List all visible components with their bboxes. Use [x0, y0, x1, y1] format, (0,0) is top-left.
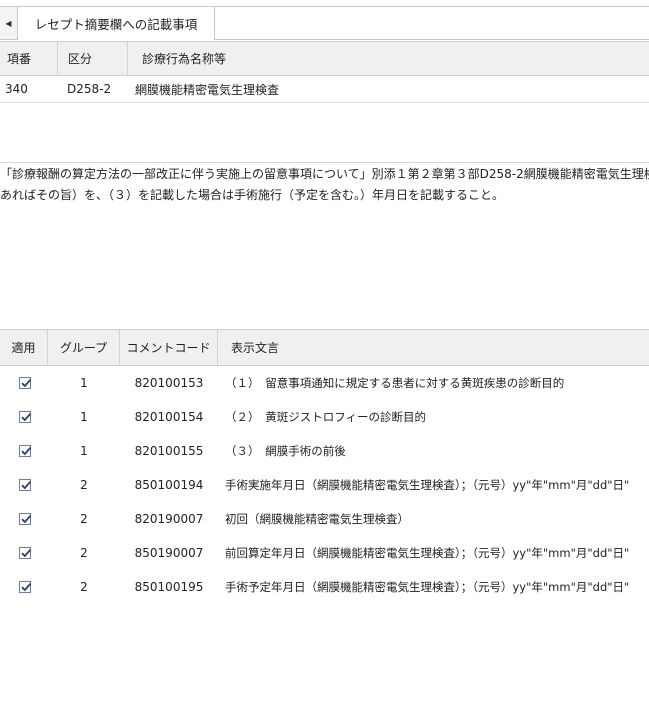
check-icon: [21, 548, 32, 558]
display-text-cell: （１） 留意事項通知に規定する患者に対する黄斑疾患の診断目的: [225, 376, 565, 390]
procedure-category: D258-2: [67, 82, 112, 96]
column-header-name[interactable]: 診療行為名称等: [128, 42, 649, 75]
group-cell: 2: [80, 580, 88, 594]
column-header-apply[interactable]: 適用: [0, 330, 48, 365]
display-text-cell: （３） 網膜手術の前後: [225, 444, 346, 458]
comment-code-cell: 850190007: [134, 546, 204, 560]
column-header-comment-code[interactable]: コメントコード: [120, 330, 218, 365]
check-icon: [21, 582, 32, 592]
table-row[interactable]: 2 820190007 初回（網膜機能精密電気生理検査）: [0, 502, 649, 536]
procedure-no: 340: [5, 82, 28, 96]
apply-cell: [0, 502, 48, 536]
apply-checkbox[interactable]: [19, 513, 32, 525]
display-text-cell: 手術予定年月日（網膜機能精密電気生理検査）；（元号）yy"年"mm"月"dd"日…: [225, 580, 630, 594]
table-row[interactable]: 2 850100194 手術実施年月日（網膜機能精密電気生理検査）；（元号）yy"年…: [0, 468, 649, 502]
display-text-cell: （２） 黄斑ジストロフィーの診断目的: [225, 410, 427, 424]
tab-label: レセプト摘要欄への記載事項: [34, 17, 198, 32]
apply-checkbox[interactable]: [19, 479, 32, 491]
note-text: 「診療報酬の算定方法の一部改正に伴う実施上の留意事項について」別添１第２章第３部…: [0, 162, 649, 212]
check-icon: [21, 480, 32, 490]
table-row[interactable]: 1 820100155 （３） 網膜手術の前後: [0, 434, 649, 468]
table-row[interactable]: 2 850100195 手術予定年月日（網膜機能精密電気生理検査）；（元号）yy"年…: [0, 570, 649, 604]
table-row[interactable]: 1 820100154 （２） 黄斑ジストロフィーの診断目的: [0, 400, 649, 434]
procedure-name: 網膜機能精密電気生理検査: [135, 82, 280, 97]
display-text-cell: 前回算定年月日（網膜機能精密電気生理検査）；（元号）yy"年"mm"月"dd"日…: [225, 546, 630, 560]
check-icon: [21, 412, 32, 422]
display-text-cell: 手術実施年月日（網膜機能精密電気生理検査）；（元号）yy"年"mm"月"dd"日…: [225, 478, 630, 492]
group-cell: 1: [80, 444, 88, 458]
comment-code-cell: 850100195: [134, 580, 204, 594]
column-header-no[interactable]: 項番: [0, 42, 58, 75]
apply-cell: [0, 570, 48, 604]
group-cell: 2: [80, 478, 88, 492]
comment-code-cell: 820100154: [134, 410, 204, 424]
tab-receipt-notes[interactable]: レセプト摘要欄への記載事項: [17, 6, 215, 40]
table-row[interactable]: 340 D258-2 網膜機能精密電気生理検査: [0, 76, 649, 103]
apply-cell: [0, 434, 48, 468]
comment-table-header: 適用 グループ コメントコード 表示文言: [0, 329, 649, 366]
table-row[interactable]: 1 820100153 （１） 留意事項通知に規定する患者に対する黄斑疾患の診断目的: [0, 366, 649, 400]
note-line: あればその旨）を、（３）を記載した場合は手術施行（予定を含む。）年月日を記載する…: [0, 188, 505, 202]
tab-bar: ◀ レセプト摘要欄への記載事項: [0, 6, 649, 40]
apply-checkbox[interactable]: [19, 547, 32, 559]
group-cell: 2: [80, 546, 88, 560]
comment-code-cell: 820190007: [134, 512, 204, 526]
apply-checkbox[interactable]: [19, 377, 32, 389]
check-icon: [21, 378, 32, 388]
column-header-display-text[interactable]: 表示文言: [218, 330, 649, 365]
apply-checkbox[interactable]: [19, 445, 32, 457]
comment-code-cell: 820100155: [134, 444, 204, 458]
group-cell: 1: [80, 376, 88, 390]
tab-scroll-left-button[interactable]: ◀: [0, 7, 18, 39]
caret-left-icon: ◀: [5, 18, 12, 28]
procedure-table-header: 項番 区分 診療行為名称等: [0, 41, 649, 76]
comment-code-cell: 820100153: [134, 376, 204, 390]
group-cell: 1: [80, 410, 88, 424]
check-icon: [21, 514, 32, 524]
apply-cell: [0, 536, 48, 570]
column-header-group[interactable]: グループ: [48, 330, 120, 365]
table-row[interactable]: 2 850190007 前回算定年月日（網膜機能精密電気生理検査）；（元号）yy"年…: [0, 536, 649, 570]
check-icon: [21, 446, 32, 456]
column-header-category[interactable]: 区分: [58, 42, 128, 75]
apply-checkbox[interactable]: [19, 581, 32, 593]
apply-cell: [0, 400, 48, 434]
apply-checkbox[interactable]: [19, 411, 32, 423]
group-cell: 2: [80, 512, 88, 526]
apply-cell: [0, 468, 48, 502]
comment-code-cell: 850100194: [134, 478, 204, 492]
note-line: 「診療報酬の算定方法の一部改正に伴う実施上の留意事項について」別添１第２章第３部…: [0, 167, 649, 181]
display-text-cell: 初回（網膜機能精密電気生理検査）: [225, 512, 409, 526]
apply-cell: [0, 366, 48, 400]
